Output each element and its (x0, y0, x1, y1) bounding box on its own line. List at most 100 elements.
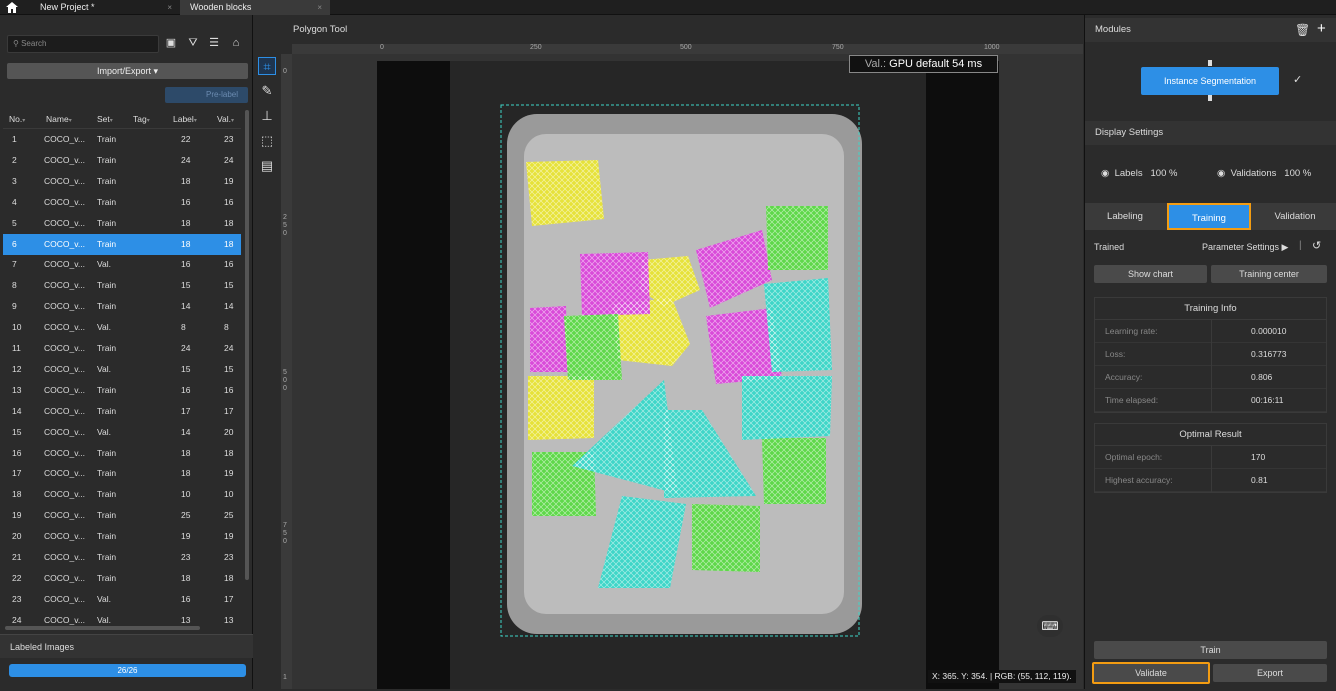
table-row[interactable]: 14 COCO_v... Train 17 17 (3, 401, 241, 422)
close-icon[interactable]: × (167, 0, 172, 15)
import-export-button[interactable]: Import/Export ▾ (7, 63, 248, 79)
list-view-icon[interactable]: ☰ (207, 36, 221, 50)
table-row[interactable]: 4 COCO_v... Train 16 16 (3, 192, 241, 213)
horizontal-scrollbar[interactable] (5, 626, 200, 630)
ruler-tick: 5 0 0 (283, 369, 287, 392)
info-row: Accuracy: 0.806 (1095, 366, 1326, 389)
filter-icon[interactable]: ⛛ (186, 36, 200, 50)
image-canvas[interactable] (292, 54, 1083, 689)
export-button[interactable]: Export (1213, 664, 1327, 682)
cell-name: COCO_v... (44, 384, 85, 395)
cell-val: 19 (224, 468, 234, 479)
validate-button[interactable]: Validate (1092, 662, 1210, 684)
cell-set: Val. (97, 259, 112, 270)
home-icon[interactable] (6, 2, 20, 13)
stamp-icon[interactable]: ⊥ (258, 107, 276, 125)
rect-select-icon[interactable]: ⬚ (258, 132, 276, 150)
sort-icon: ▾ (146, 118, 150, 124)
tab-labeling[interactable]: Labeling (1085, 203, 1165, 230)
col-val[interactable]: Val.▾ (217, 109, 234, 131)
col-label[interactable]: Label▾ (173, 109, 197, 131)
eye-icon: ◉ (1101, 168, 1110, 179)
table-row[interactable]: 6 COCO_v... Train 18 18 (3, 233, 241, 255)
search-input[interactable]: ⚲ Search (7, 35, 159, 53)
cell-name: COCO_v... (44, 531, 85, 542)
table-row[interactable]: 13 COCO_v... Train 16 16 (3, 380, 241, 401)
magic-wand-icon[interactable]: ✎ (258, 82, 276, 100)
labeled-images-header: Labeled Images (0, 634, 253, 658)
col-no[interactable]: No.▾ (9, 109, 25, 131)
prelabel-button[interactable]: Pre-label (165, 87, 248, 103)
table-row[interactable]: 2 COCO_v... Train 24 24 (3, 150, 241, 171)
table-row[interactable]: 7 COCO_v... Val. 16 16 (3, 254, 241, 275)
cell-name: COCO_v... (44, 489, 85, 500)
vertical-scrollbar[interactable] (245, 110, 249, 580)
cell-val: 19 (224, 531, 234, 542)
cell-label: 19 (181, 531, 191, 542)
annotated-image[interactable] (292, 54, 1083, 689)
table-row[interactable]: 10 COCO_v... Val. 8 8 (3, 317, 241, 338)
training-center-button[interactable]: Training center (1211, 265, 1327, 283)
table-row[interactable]: 23 COCO_v... Val. 16 17 (3, 589, 241, 610)
prelabel-label: Pre-label (205, 90, 238, 99)
validations-toggle[interactable]: ◉ Validations 100 % (1217, 168, 1311, 179)
col-set[interactable]: Set▾ (97, 109, 113, 131)
tab-new-project[interactable]: New Project * × (30, 0, 180, 15)
info-value: 0.806 (1211, 366, 1328, 389)
box-select-icon[interactable]: ▤ (258, 157, 276, 175)
show-chart-button[interactable]: Show chart (1094, 265, 1207, 283)
divider: | (1299, 240, 1302, 251)
col-name[interactable]: Name▾ (46, 109, 72, 131)
table-row[interactable]: 1 COCO_v... Train 22 23 (3, 129, 241, 150)
table-row[interactable]: 17 COCO_v... Train 18 19 (3, 463, 241, 484)
training-info-table: Training Info Learning rate: 0.000010 Loss… (1094, 297, 1327, 413)
tab-wooden-blocks[interactable]: Wooden blocks × (180, 0, 330, 15)
image-filter-icon[interactable]: ▣ (164, 36, 178, 50)
layout-icon[interactable]: ⌂ (229, 36, 243, 50)
cell-val: 15 (224, 363, 234, 374)
val-label: Val.: (864, 58, 887, 70)
tab-validation[interactable]: Validation (1253, 203, 1336, 230)
train-button[interactable]: Train (1094, 641, 1327, 659)
instance-segmentation-module[interactable]: Instance Segmentation (1141, 67, 1279, 95)
cell-set: Train (97, 510, 117, 521)
table-row[interactable]: 8 COCO_v... Train 15 15 (3, 275, 241, 296)
col-tag[interactable]: Tag▾ (133, 109, 150, 131)
parameter-settings-link[interactable]: Parameter Settings ▶ (1202, 242, 1288, 253)
cell-val: 23 (224, 552, 234, 562)
close-icon[interactable]: × (317, 0, 322, 15)
history-icon[interactable]: ↺ (1312, 239, 1321, 252)
table-row[interactable]: 16 COCO_v... Train 18 18 (3, 443, 241, 464)
cell-val: 24 (224, 154, 234, 165)
col-label: Val. (217, 114, 232, 124)
keyboard-icon[interactable]: ⌨ (1037, 615, 1063, 637)
table-row[interactable]: 3 COCO_v... Train 18 19 (3, 171, 241, 192)
cell-no: 6 (12, 238, 17, 249)
labels-toggle[interactable]: ◉ Labels 100 % (1101, 168, 1177, 179)
tab-training[interactable]: Training (1167, 203, 1251, 230)
table-row[interactable]: 12 COCO_v... Val. 15 15 (3, 359, 241, 380)
table-row[interactable]: 19 COCO_v... Train 25 25 (3, 505, 241, 526)
trash-icon[interactable]: 🗑 (1295, 18, 1310, 42)
cell-val: 23 (224, 134, 234, 144)
table-row[interactable]: 20 COCO_v... Train 19 19 (3, 526, 241, 547)
cell-no: 4 (12, 196, 17, 207)
cell-no: 23 (12, 593, 22, 604)
table-row[interactable]: 15 COCO_v... Val. 14 20 (3, 422, 241, 443)
table-row[interactable]: 5 COCO_v... Train 18 18 (3, 213, 241, 234)
table-row[interactable]: 18 COCO_v... Train 10 10 (3, 484, 241, 505)
cell-no: 20 (12, 531, 22, 542)
cell-no: 15 (12, 426, 22, 437)
table-row[interactable]: 21 COCO_v... Train 23 23 (3, 547, 241, 568)
cell-no: 17 (12, 468, 22, 479)
info-row: Highest accuracy: 0.81 (1095, 469, 1326, 492)
table-row[interactable]: 11 COCO_v... Train 24 24 (3, 338, 241, 359)
cell-no: 8 (12, 280, 17, 291)
add-icon[interactable]: + (1317, 17, 1326, 41)
polygon-tool-icon[interactable]: ⌗ (258, 57, 276, 75)
cell-set: Train (97, 343, 117, 353)
table-row[interactable]: 9 COCO_v... Train 14 14 (3, 296, 241, 317)
search-icon: ⚲ (13, 39, 19, 48)
cell-no: 2 (12, 154, 17, 165)
table-row[interactable]: 22 COCO_v... Train 18 18 (3, 568, 241, 589)
